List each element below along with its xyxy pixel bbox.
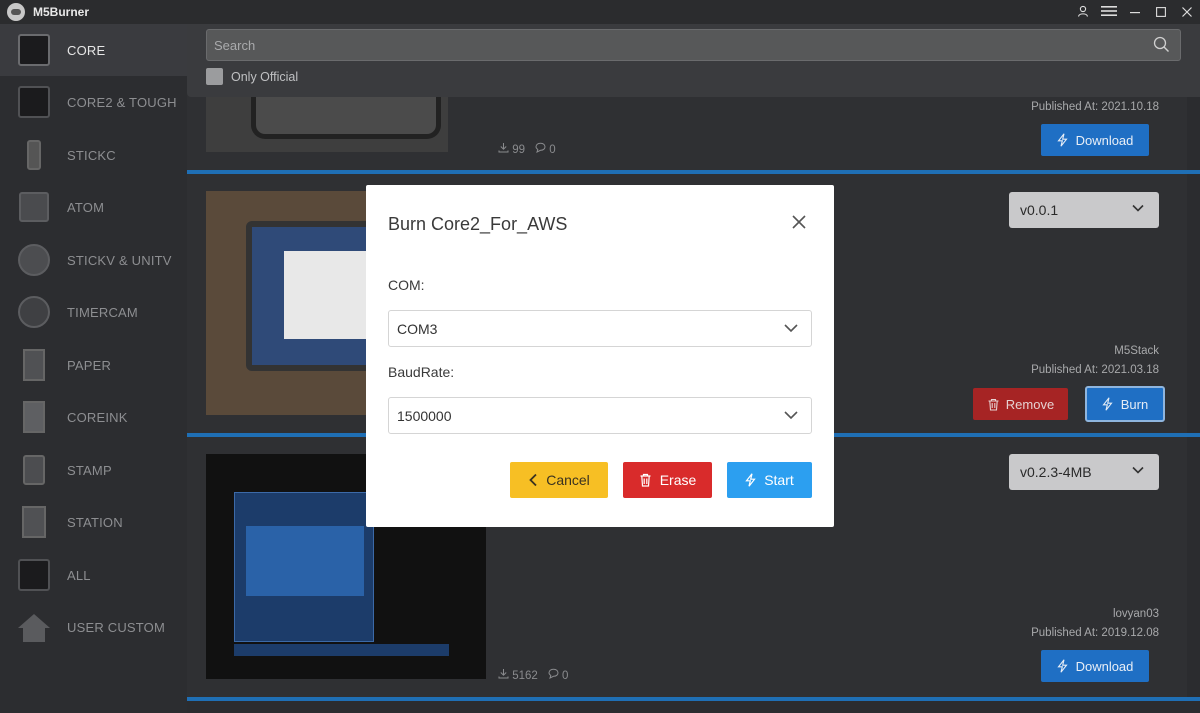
author-name: M5Stack bbox=[1114, 345, 1159, 357]
cancel-button[interactable]: Cancel bbox=[510, 462, 608, 498]
card-divider bbox=[187, 697, 1200, 701]
comment-icon bbox=[548, 668, 559, 679]
lightning-icon bbox=[1056, 133, 1068, 147]
start-button[interactable]: Start bbox=[727, 462, 812, 498]
lightning-icon bbox=[745, 473, 756, 487]
download-count-icon bbox=[498, 143, 509, 153]
publish-date: Published At: 2021.03.18 bbox=[1031, 364, 1159, 376]
app-logo-icon bbox=[7, 3, 25, 21]
download-count: 99 bbox=[498, 142, 525, 156]
only-official-label: Only Official bbox=[231, 69, 299, 84]
dialog-title: Burn Core2_For_AWS bbox=[388, 214, 568, 234]
comment-count: 0 bbox=[535, 142, 556, 156]
trash-icon bbox=[988, 398, 999, 411]
coreink-device-icon bbox=[17, 400, 51, 434]
stickv-device-icon bbox=[17, 243, 51, 277]
version-select[interactable]: v0.0.1 bbox=[1009, 192, 1159, 228]
chevron-left-icon bbox=[529, 473, 537, 487]
sidebar-item-label: STICKC bbox=[67, 147, 116, 163]
sidebar-item-label: CORE2 & TOUGH bbox=[67, 94, 177, 110]
lightning-icon bbox=[1056, 659, 1068, 673]
sidebar: CORE CORE2 & TOUGH STICKC ATOM STICKV & … bbox=[0, 24, 187, 713]
sidebar-item-stickc[interactable]: STICKC bbox=[0, 129, 187, 181]
sidebar-item-label: TIMERCAM bbox=[67, 304, 138, 320]
trash-icon bbox=[640, 473, 651, 487]
author-name: lovyan03 bbox=[1112, 608, 1159, 620]
download-count-icon bbox=[498, 669, 509, 679]
window-controls bbox=[1070, 0, 1200, 24]
download-count: 5162 bbox=[498, 668, 538, 682]
comment-icon bbox=[535, 142, 546, 153]
version-select[interactable]: v0.2.3-4MB bbox=[1009, 454, 1159, 490]
card-stats: 99 0 bbox=[498, 142, 556, 156]
only-official-toggle[interactable]: Only Official bbox=[206, 68, 298, 85]
sidebar-item-label: ATOM bbox=[67, 199, 105, 215]
all-device-icon bbox=[17, 558, 51, 592]
sidebar-item-stickv-unitv[interactable]: STICKV & UNITV bbox=[0, 234, 187, 286]
sidebar-item-all[interactable]: ALL bbox=[0, 549, 187, 601]
card-stats: 5162 0 bbox=[498, 668, 568, 682]
stickc-device-icon bbox=[17, 138, 51, 172]
app-window: M5Burner CORE CORE2 & TOUGH STICKC ATOM … bbox=[0, 0, 1200, 713]
core-device-icon bbox=[17, 33, 51, 67]
sidebar-item-label: USER CUSTOM bbox=[67, 619, 166, 635]
search-icon[interactable] bbox=[1153, 36, 1170, 53]
sidebar-item-label: STATION bbox=[67, 514, 123, 530]
com-label: COM: bbox=[388, 277, 425, 293]
sidebar-item-paper[interactable]: PAPER bbox=[0, 339, 187, 391]
stamp-device-icon bbox=[17, 453, 51, 487]
sidebar-item-core2-tough[interactable]: CORE2 & TOUGH bbox=[0, 76, 187, 128]
chevron-down-icon bbox=[1132, 466, 1144, 474]
close-icon[interactable] bbox=[792, 212, 806, 232]
sidebar-item-station[interactable]: STATION bbox=[0, 496, 187, 548]
close-window-icon[interactable] bbox=[1174, 5, 1200, 20]
user-icon[interactable] bbox=[1070, 5, 1096, 20]
lightning-icon bbox=[1102, 397, 1113, 411]
home-icon bbox=[17, 610, 51, 644]
sidebar-item-label: STAMP bbox=[67, 462, 112, 478]
only-official-checkbox[interactable] bbox=[206, 68, 223, 85]
atom-device-icon bbox=[17, 190, 51, 224]
sidebar-item-label: STICKV & UNITV bbox=[67, 252, 172, 268]
sidebar-item-atom[interactable]: ATOM bbox=[0, 181, 187, 233]
menu-icon[interactable] bbox=[1096, 5, 1122, 20]
chevron-down-icon bbox=[784, 411, 798, 420]
chevron-down-icon bbox=[1132, 204, 1144, 212]
sidebar-item-core[interactable]: CORE bbox=[0, 24, 187, 76]
comment-count: 0 bbox=[548, 668, 568, 682]
sidebar-item-label: ALL bbox=[67, 567, 91, 583]
sidebar-item-coreink[interactable]: COREINK bbox=[0, 391, 187, 443]
sidebar-item-user-custom[interactable]: USER CUSTOM bbox=[0, 601, 187, 653]
com-select[interactable]: COM3 bbox=[388, 310, 812, 347]
burn-button[interactable]: Burn bbox=[1085, 386, 1165, 422]
burn-dialog: Burn Core2_For_AWS COM: COM3 BaudRate: 1… bbox=[366, 185, 834, 527]
sidebar-item-label: CORE bbox=[67, 42, 106, 58]
core2-device-icon bbox=[17, 85, 51, 119]
sidebar-item-stamp[interactable]: STAMP bbox=[0, 444, 187, 496]
sidebar-item-label: PAPER bbox=[67, 357, 112, 373]
baudrate-label: BaudRate: bbox=[388, 364, 455, 380]
search-panel: Search Only Official bbox=[187, 24, 1200, 97]
station-device-icon bbox=[17, 505, 51, 539]
timercam-device-icon bbox=[17, 295, 51, 329]
search-input[interactable]: Search bbox=[206, 29, 1181, 61]
minimize-icon[interactable] bbox=[1122, 5, 1148, 20]
erase-button[interactable]: Erase bbox=[623, 462, 712, 498]
window-title: M5Burner bbox=[33, 5, 90, 19]
maximize-icon[interactable] bbox=[1148, 5, 1174, 20]
remove-button[interactable]: Remove bbox=[973, 388, 1068, 420]
sidebar-item-timercam[interactable]: TIMERCAM bbox=[0, 286, 187, 338]
title-bar: M5Burner bbox=[0, 0, 1200, 24]
publish-date: Published At: 2019.12.08 bbox=[1031, 627, 1159, 639]
download-button[interactable]: Download bbox=[1041, 124, 1149, 156]
publish-date: Published At: 2021.10.18 bbox=[1031, 101, 1159, 113]
paper-device-icon bbox=[17, 348, 51, 382]
chevron-down-icon bbox=[784, 324, 798, 333]
baudrate-select[interactable]: 1500000 bbox=[388, 397, 812, 434]
sidebar-item-label: COREINK bbox=[67, 409, 128, 425]
search-placeholder: Search bbox=[214, 37, 256, 53]
download-button[interactable]: Download bbox=[1041, 650, 1149, 682]
